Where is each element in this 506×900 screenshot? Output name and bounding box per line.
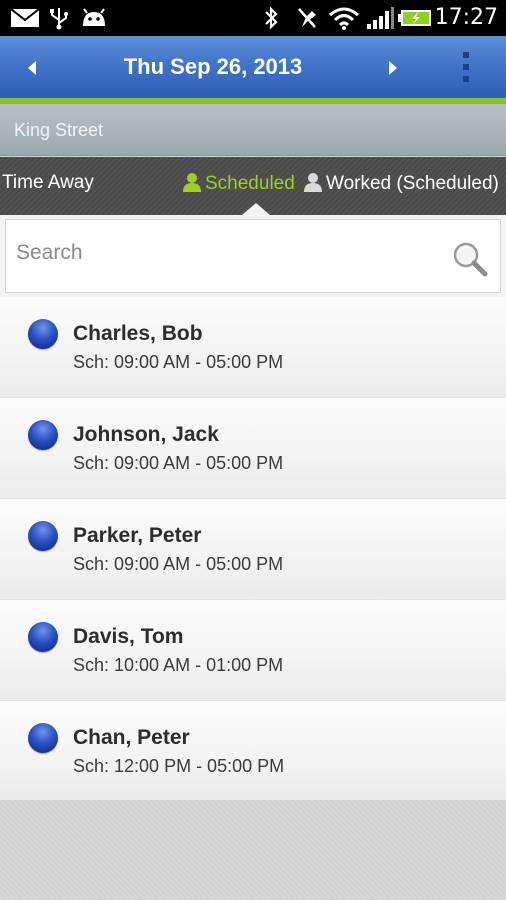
- signal-icon: [366, 6, 394, 35]
- list-item[interactable]: Davis, Tom Sch: 10:00 AM - 01:00 PM: [0, 600, 506, 701]
- employee-schedule: Sch: 10:00 AM - 01:00 PM: [73, 655, 284, 675]
- employee-list: Charles, Bob Sch: 09:00 AM - 05:00 PM Jo…: [0, 297, 506, 802]
- android-icon: [80, 8, 108, 33]
- status-dot-icon: [28, 521, 58, 551]
- status-dot-icon: [28, 622, 58, 652]
- date-title[interactable]: Thu Sep 26, 2013: [0, 54, 426, 80]
- action-bar: Thu Sep 26, 2013: [0, 36, 506, 104]
- location-bar[interactable]: King Street: [0, 104, 506, 156]
- employee-name: Chan, Peter: [73, 726, 190, 749]
- employee-name: Davis, Tom: [73, 625, 184, 648]
- tab-label: Time Away: [2, 172, 94, 193]
- employee-name: Johnson, Jack: [73, 423, 219, 446]
- status-dot-icon: [28, 420, 58, 450]
- bluetooth-icon: [262, 5, 280, 36]
- person-icon: [304, 173, 322, 192]
- tab-bar: Time Away Scheduled Worked (Scheduled): [0, 157, 506, 215]
- tab-label: Worked (Scheduled): [326, 173, 499, 194]
- tab-scheduled[interactable]: Scheduled: [182, 172, 295, 195]
- status-bar: 17:27: [0, 0, 506, 36]
- location-name: King Street: [14, 120, 104, 140]
- tab-label: Scheduled: [205, 173, 295, 194]
- list-item[interactable]: Chan, Peter Sch: 12:00 PM - 05:00 PM: [0, 701, 506, 802]
- employee-schedule: Sch: 09:00 AM - 05:00 PM: [73, 453, 284, 473]
- person-icon: [183, 173, 201, 192]
- mute-icon: [294, 5, 320, 36]
- usb-icon: [48, 6, 70, 35]
- overflow-menu-icon[interactable]: [458, 50, 474, 84]
- mail-icon: [10, 8, 40, 33]
- tab-worked-scheduled[interactable]: Worked (Scheduled): [303, 172, 499, 195]
- search-input[interactable]: [16, 236, 436, 270]
- battery-charging-icon: [398, 9, 432, 32]
- wifi-icon: [328, 6, 360, 35]
- search-area: [0, 215, 506, 297]
- chevron-right-icon[interactable]: [383, 56, 403, 80]
- employee-name: Parker, Peter: [73, 524, 202, 547]
- list-item[interactable]: Charles, Bob Sch: 09:00 AM - 05:00 PM: [0, 297, 506, 398]
- employee-schedule: Sch: 09:00 AM - 05:00 PM: [73, 554, 284, 574]
- employee-schedule: Sch: 12:00 PM - 05:00 PM: [73, 756, 285, 776]
- status-dot-icon: [28, 319, 58, 349]
- search-icon[interactable]: [451, 240, 489, 283]
- list-item[interactable]: Parker, Peter Sch: 09:00 AM - 05:00 PM: [0, 499, 506, 600]
- empty-background: [0, 800, 506, 900]
- search-box: [5, 219, 501, 293]
- clock: 17:27: [434, 5, 498, 30]
- tab-time-away[interactable]: Time Away: [2, 172, 94, 194]
- employee-schedule: Sch: 09:00 AM - 05:00 PM: [73, 352, 284, 372]
- active-tab-pointer: [242, 203, 270, 215]
- list-item[interactable]: Johnson, Jack Sch: 09:00 AM - 05:00 PM: [0, 398, 506, 499]
- status-dot-icon: [28, 723, 58, 753]
- employee-name: Charles, Bob: [73, 322, 203, 345]
